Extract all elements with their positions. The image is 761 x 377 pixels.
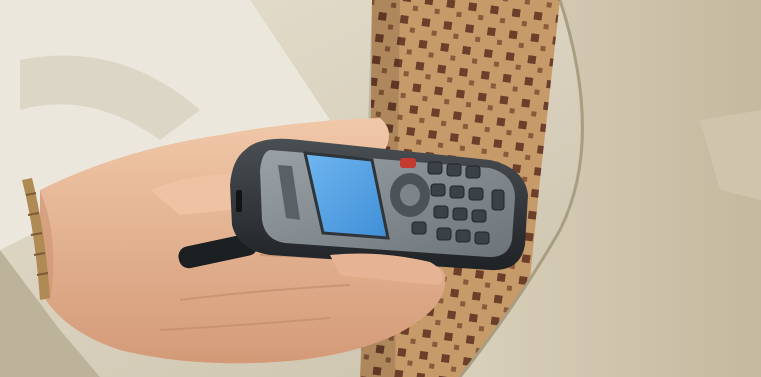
phone-key (430, 183, 446, 197)
phone-key (455, 229, 471, 243)
phone-key (491, 189, 505, 211)
phone-nav-key-center (400, 184, 420, 206)
phone-call-key (400, 158, 416, 168)
phone-key (471, 209, 487, 223)
phone-key (446, 163, 462, 177)
photo (0, 0, 761, 377)
phone-key (474, 231, 490, 245)
phone-key (452, 207, 468, 221)
phone-key (411, 221, 427, 235)
phone-key (433, 205, 449, 219)
phone-side-button (236, 190, 242, 212)
phone-key (427, 161, 443, 175)
phone-key (436, 227, 452, 241)
phone-key (465, 165, 481, 179)
phone-key (468, 187, 484, 201)
phone-key (449, 185, 465, 199)
